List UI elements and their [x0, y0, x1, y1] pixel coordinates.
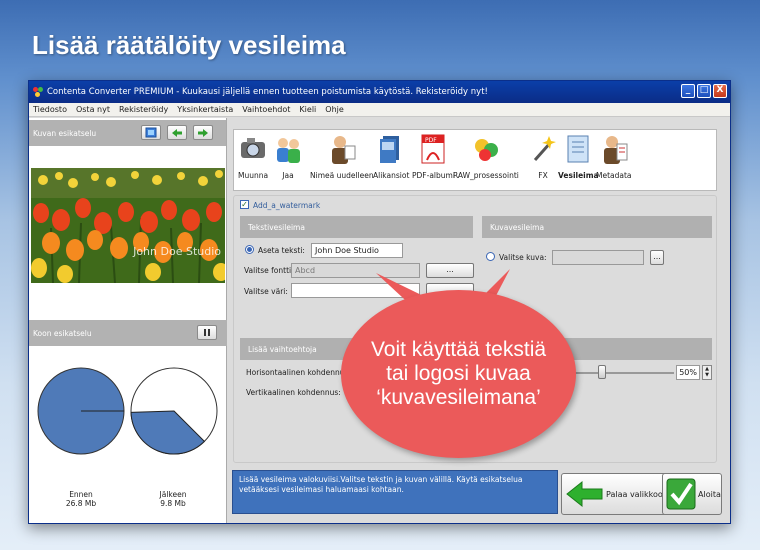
size-preview-title: Koon esikatselu [33, 328, 92, 338]
image-watermark-header: Kuvavesileima [482, 216, 712, 238]
menu-language[interactable]: Kieli [299, 105, 316, 114]
headline: Lisää räätälöity vesileima [32, 30, 346, 60]
magic-wand-icon [533, 136, 556, 161]
tool-fx[interactable]: FX [529, 134, 557, 180]
close-button[interactable]: X [713, 84, 727, 98]
add-watermark-label: Add_a_watermark [253, 201, 321, 210]
image-icon [145, 127, 157, 138]
arrow-right-icon [198, 128, 208, 137]
size-preview-header: Koon esikatselu [29, 320, 227, 346]
horizontal-percent-input[interactable]: 50% [676, 365, 700, 380]
image-field[interactable] [552, 250, 644, 265]
set-text-label: Aseta teksti: [258, 246, 305, 255]
after-caption: Jälkeen 9.8 Mb [133, 490, 213, 508]
menu-file[interactable]: Tiedosto [33, 105, 67, 114]
pdf-icon: PDF [421, 134, 445, 164]
left-pane: Kuvan esikatselu John Doe Studio Koon es… [29, 118, 227, 523]
tool-subfolders[interactable]: Alikansiot [373, 134, 409, 180]
tool-raw[interactable]: RAW_prosessointi [453, 134, 519, 180]
preview-image[interactable]: John Doe Studio [31, 168, 225, 283]
before-size: 26.8 Mb [65, 499, 97, 508]
size-preview-panel: Koon esikatselu [29, 320, 227, 346]
size-pie-after [130, 367, 218, 455]
tool-watermark-label: Vesileima [558, 171, 599, 180]
folders-icon [380, 136, 400, 163]
window-title: Contenta Converter PREMIUM - Kuukausi jä… [47, 87, 488, 97]
callout-bubble: Voit käyttää tekstiä tai logosi kuvaa ‘k… [341, 290, 576, 458]
minimize-button[interactable]: _ [681, 84, 695, 98]
info-bar: Lisää vesileima valokuviisi.Valitse teks… [232, 470, 558, 514]
tool-convert[interactable]: Muunna [238, 134, 268, 180]
raw-balls-icon [474, 139, 498, 161]
add-watermark-checkbox[interactable]: ✓ [240, 200, 249, 209]
back-button-label: Palaa valikkoon [606, 489, 668, 499]
tool-share[interactable]: Jaa [274, 134, 302, 180]
tool-rename-label: Nimeä uudelleen [310, 171, 374, 180]
watermark-icon [567, 135, 589, 163]
pause-icon [204, 329, 210, 336]
arrow-left-icon [172, 128, 182, 137]
title-bar: Contenta Converter PREMIUM - Kuukausi jä… [29, 81, 730, 103]
before-label: Ennen [69, 490, 93, 499]
tool-watermark[interactable]: Vesileima [558, 134, 599, 180]
after-label: Jälkeen [159, 490, 187, 499]
horizontal-slider-track[interactable] [574, 372, 674, 374]
preview-title: Kuvan esikatselu [33, 128, 97, 138]
arrow-back-icon [566, 480, 603, 508]
tool-bar: Muunna Jaa Nimeä uudelleen Alikansiot PD… [233, 129, 717, 191]
tool-pdf[interactable]: PDF PDF-albumi [412, 134, 455, 180]
start-button-label: Aloita [698, 489, 721, 499]
set-text-radio[interactable] [245, 245, 254, 254]
horizontal-slider-thumb[interactable] [598, 365, 606, 379]
people-share-icon [277, 138, 300, 163]
tool-raw-label: RAW_prosessointi [453, 171, 519, 180]
tool-convert-label: Muunna [238, 171, 269, 180]
menu-bar: Tiedosto Osta nyt Rekisteröidy Yksinkert… [29, 103, 730, 117]
maximize-button[interactable]: □ [697, 84, 711, 98]
menu-help[interactable]: Ohje [325, 105, 344, 114]
after-size: 9.8 Mb [160, 499, 186, 508]
tool-fx-label: FX [538, 171, 548, 180]
tool-rename[interactable]: Nimeä uudelleen [310, 134, 374, 180]
vertical-align-label: Vertikaalinen kohdennus: [246, 388, 341, 397]
tool-share-label: Jaa [282, 171, 294, 180]
metadata-icon [603, 136, 628, 164]
tool-metadata[interactable]: Metadata [596, 134, 632, 180]
preview-header: Kuvan esikatselu [29, 120, 226, 146]
preview-zoom-button[interactable] [141, 125, 161, 140]
menu-register[interactable]: Rekisteröidy [119, 105, 168, 114]
color-label: Valitse väri: [244, 287, 288, 296]
menu-buy[interactable]: Osta nyt [76, 105, 110, 114]
camera-convert-icon [241, 138, 266, 158]
before-caption: Ennen 26.8 Mb [41, 490, 121, 508]
horizontal-align-label: Horisontaalinen kohdennus: [246, 368, 351, 377]
horizontal-spinner[interactable]: ▲ ▼ [702, 365, 712, 380]
app-logo-icon [33, 87, 43, 97]
prev-image-button[interactable] [167, 125, 187, 140]
tool-pdf-label: PDF-albumi [412, 171, 455, 180]
next-image-button[interactable] [193, 125, 213, 140]
image-browse-button[interactable]: ... [650, 250, 664, 265]
font-label: Valitse fontti: [244, 266, 294, 275]
tulips-photo [31, 168, 225, 283]
start-button[interactable]: Aloita [662, 473, 722, 515]
text-watermark-header: Tekstivesileima [240, 216, 473, 238]
watermark-overlay[interactable]: John Doe Studio [133, 245, 221, 258]
svg-text:PDF: PDF [425, 137, 437, 144]
pause-button[interactable] [197, 325, 217, 340]
checkmark-icon [666, 478, 696, 510]
size-pie-before [37, 367, 125, 455]
menu-options[interactable]: Vaihtoehdot [242, 105, 290, 114]
menu-simplify[interactable]: Yksinkertaista [177, 105, 233, 114]
person-rename-icon [331, 136, 356, 164]
tool-metadata-label: Metadata [596, 171, 632, 180]
tool-subfolders-label: Alikansiot [373, 171, 410, 180]
